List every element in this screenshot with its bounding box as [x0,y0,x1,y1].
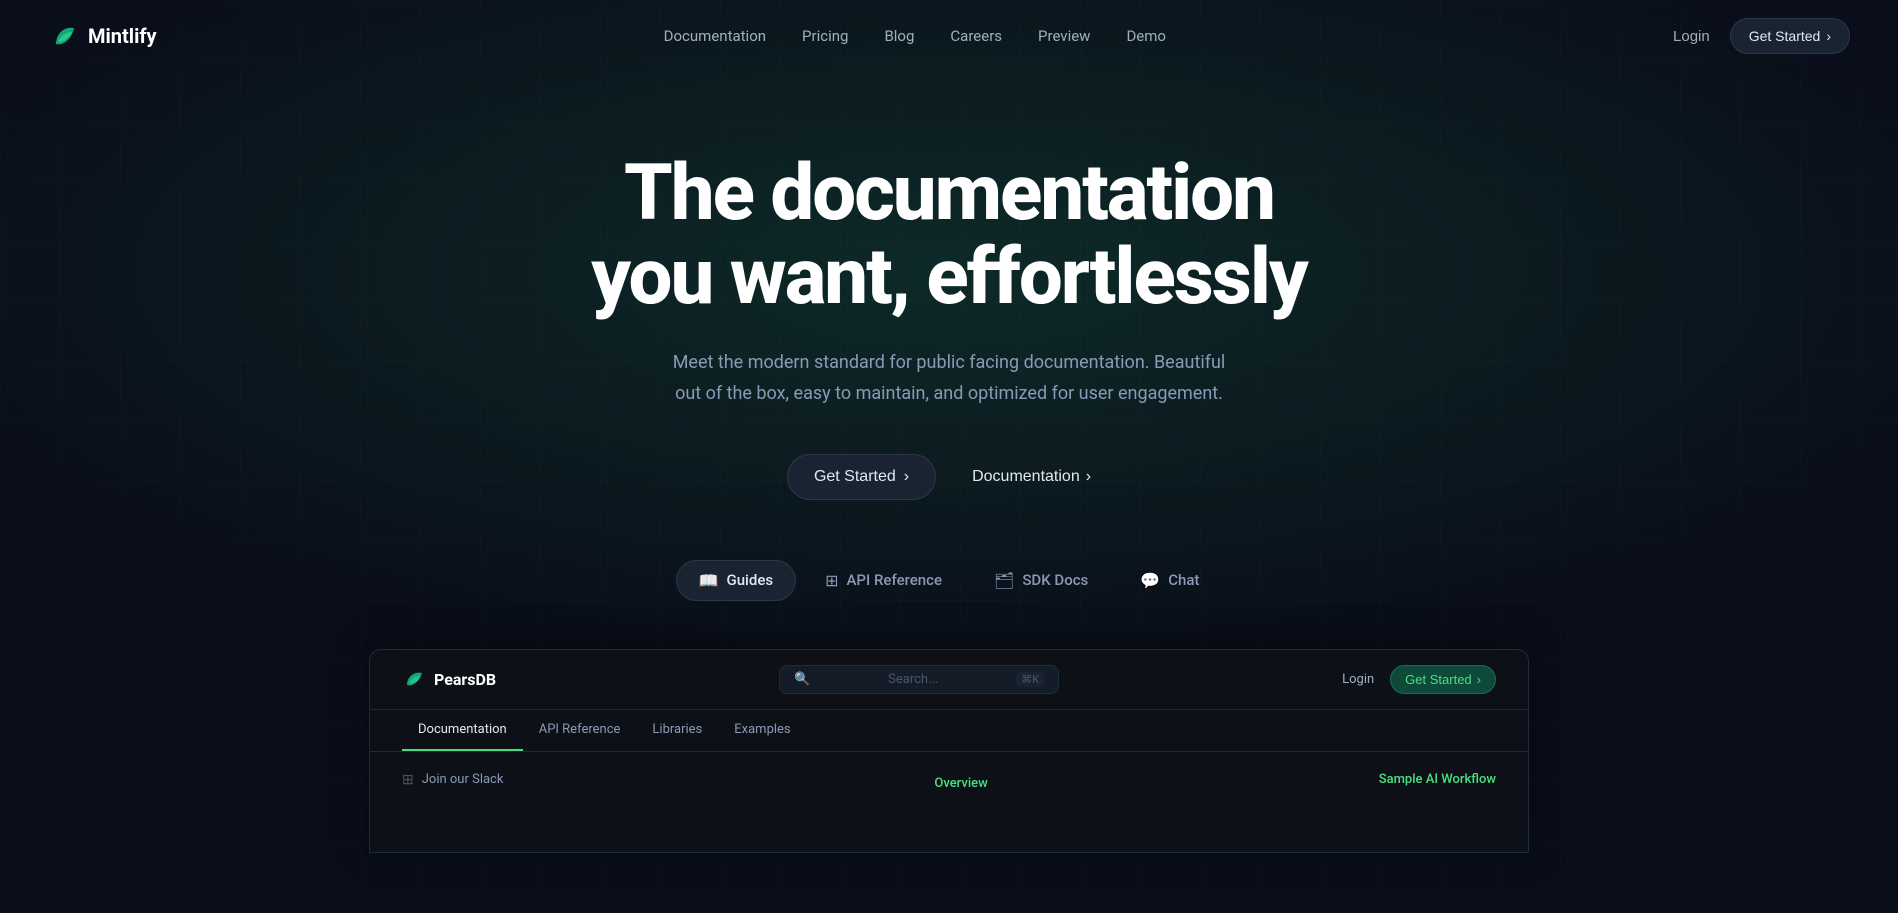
nav-actions: Login Get Started › [1673,18,1850,54]
hero-ctas: Get Started › Documentation › [20,454,1878,500]
doc-get-started-button[interactable]: Get Started › [1390,665,1496,694]
demo-browser: PearsDB 🔍 Search... ⌘K Login Get Started… [369,649,1529,853]
search-keyboard-shortcut: ⌘K [1016,672,1044,687]
doc-search[interactable]: 🔍 Search... ⌘K [779,665,1059,694]
main-nav: Mintlify Documentation Pricing Blog Care… [0,0,1898,72]
hero-section: The documentation you want, effortlessly… [0,72,1898,913]
tab-sdk-docs[interactable]: 🗂 SDK Docs [971,560,1111,601]
chat-icon: 💬 [1140,571,1160,590]
doc-tab-examples[interactable]: Examples [718,710,806,751]
search-icon: 🔍 [794,672,810,687]
doc-search-placeholder: Search... [818,672,1008,687]
arrow-right-icon-secondary: › [1086,468,1091,486]
doc-main-content: Overview [503,772,1378,791]
nav-documentation[interactable]: Documentation [664,27,766,45]
tab-api-reference[interactable]: ⊞ API Reference [802,560,965,601]
tab-chat[interactable]: 💬 Chat [1117,560,1222,601]
pearsdb-logo-icon [402,667,426,691]
doc-nav-actions: Login Get Started › [1342,665,1496,694]
doc-login-button[interactable]: Login [1342,672,1374,687]
sidebar-item-label: Join our Slack [422,772,504,787]
tab-guides[interactable]: 📖 Guides [676,560,797,601]
logo-text: Mintlify [88,24,157,48]
doc-logo[interactable]: PearsDB [402,667,496,691]
nav-demo[interactable]: Demo [1126,27,1166,45]
doc-tab-libraries[interactable]: Libraries [636,710,718,751]
doc-tab-api-reference[interactable]: API Reference [523,710,637,751]
hero-documentation-button[interactable]: Documentation › [952,455,1111,499]
doc-nav: PearsDB 🔍 Search... ⌘K Login Get Started… [370,650,1528,710]
slack-icon: ⊞ [402,772,414,788]
hero-title: The documentation you want, effortlessly [559,152,1339,320]
grid-icon: ⊞ [825,571,838,590]
login-button[interactable]: Login [1673,28,1710,45]
nav-preview[interactable]: Preview [1038,27,1090,45]
get-started-nav-button[interactable]: Get Started › [1730,18,1850,54]
nav-blog[interactable]: Blog [884,27,914,45]
sample-ai-workflow-link[interactable]: Sample AI Workflow [1379,772,1496,787]
doc-body-row: ⊞ Join our Slack Overview Sample AI Work… [402,772,1496,832]
demo-tabs: 📖 Guides ⊞ API Reference 🗂 SDK Docs 💬 Ch… [20,560,1878,601]
doc-logo-text: PearsDB [434,670,496,689]
logo[interactable]: Mintlify [48,20,157,52]
nav-careers[interactable]: Careers [950,27,1002,45]
chevron-right-icon: › [1826,28,1831,44]
sidebar-item-slack[interactable]: ⊞ Join our Slack [402,772,503,788]
folder-icon: 🗂 [994,571,1014,590]
nav-pricing[interactable]: Pricing [802,27,848,45]
nav-links: Documentation Pricing Blog Careers Previ… [664,27,1166,45]
hero-get-started-button[interactable]: Get Started › [787,454,936,500]
hero-subtitle: Meet the modern standard for public faci… [669,348,1229,409]
doc-body: ⊞ Join our Slack Overview Sample AI Work… [370,752,1528,852]
mintlify-logo-icon [48,20,80,52]
overview-link[interactable]: Overview [934,776,987,791]
arrow-right-icon: › [904,468,909,486]
arrow-right-icon: › [1477,672,1481,687]
doc-tab-documentation[interactable]: Documentation [402,710,523,751]
book-icon: 📖 [699,571,719,590]
doc-inner-tabs: Documentation API Reference Libraries Ex… [370,710,1528,752]
